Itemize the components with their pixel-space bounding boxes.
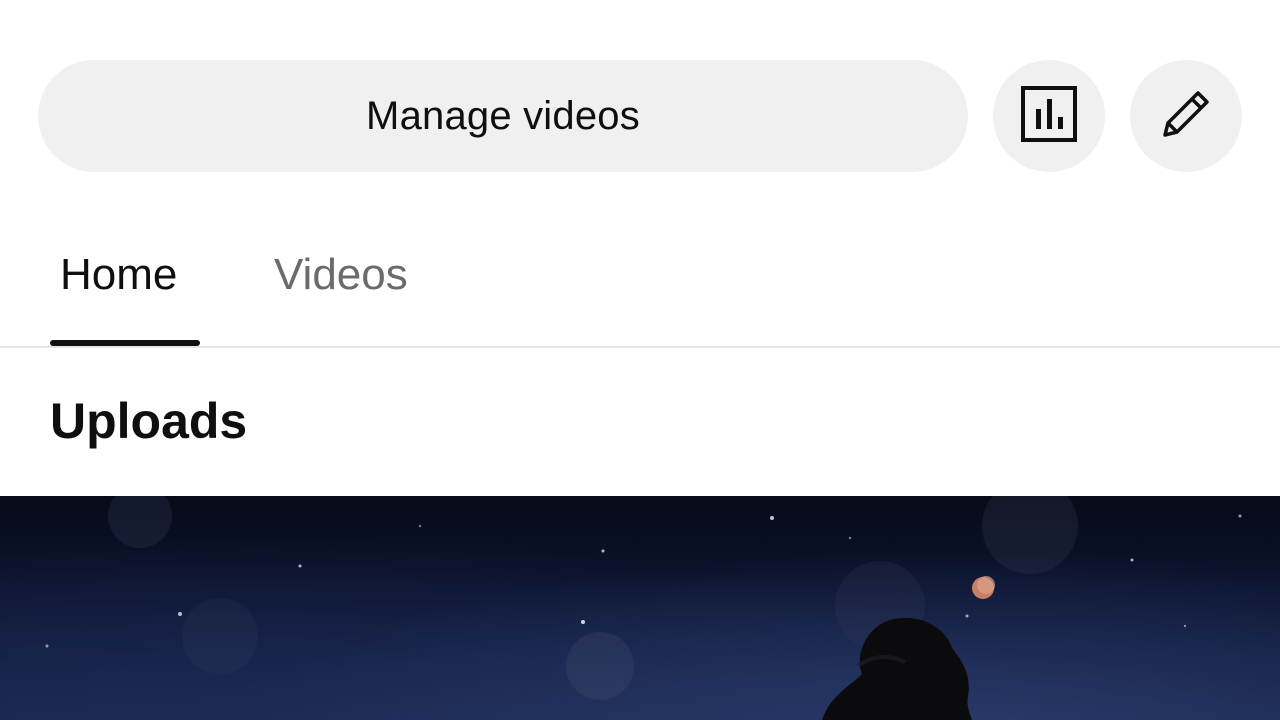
section-title: Uploads — [50, 393, 248, 449]
manage-videos-button[interactable]: Manage videos — [38, 60, 968, 172]
analytics-button[interactable] — [993, 60, 1105, 172]
manage-videos-label: Manage videos — [366, 93, 640, 138]
channel-tabs: Home Videos — [0, 220, 1280, 348]
night-sky-thumbnail-art — [45, 496, 1242, 720]
analytics-icon — [1020, 85, 1078, 148]
pencil-icon — [1155, 83, 1217, 150]
tab-videos[interactable]: Videos — [274, 250, 408, 300]
channel-screen: Manage videos Home Videos Uploads — [0, 0, 1280, 720]
channel-actions: Manage videos — [38, 60, 1242, 172]
tab-home[interactable]: Home — [60, 250, 177, 300]
edit-channel-button[interactable] — [1130, 60, 1242, 172]
video-thumbnail[interactable] — [0, 496, 1280, 720]
selected-tab-indicator — [50, 340, 200, 346]
